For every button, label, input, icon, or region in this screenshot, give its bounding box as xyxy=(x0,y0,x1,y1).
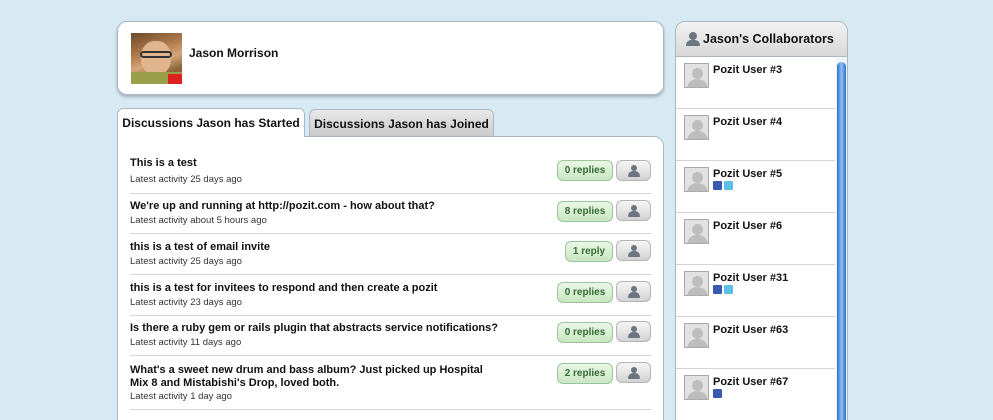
participants-button[interactable] xyxy=(616,281,651,302)
collaborator-name[interactable]: Pozit User #31 xyxy=(713,272,788,284)
tab-discussions-joined[interactable]: Discussions Jason has Joined xyxy=(309,109,494,137)
discussion-row: What's a sweet new drum and bass album? … xyxy=(130,356,651,410)
discussion-activity: Latest activity 1 day ago xyxy=(130,391,232,402)
collaborator-item[interactable]: Pozit User #6 xyxy=(676,213,835,265)
discussion-title[interactable]: Is there a ruby gem or rails plugin that… xyxy=(130,322,510,335)
participants-button[interactable] xyxy=(616,160,651,181)
twitter-icon[interactable] xyxy=(724,181,733,190)
replies-button[interactable]: 2 replies xyxy=(557,363,613,384)
discussion-title[interactable]: this is a test of email invite xyxy=(130,241,490,254)
replies-button[interactable]: 8 replies xyxy=(557,201,613,222)
collaborators-header: Jason's Collaborators xyxy=(676,22,847,57)
avatar[interactable] xyxy=(684,63,709,88)
collaborator-item[interactable]: Pozit User #4 xyxy=(676,109,835,161)
discussion-activity: Latest activity 25 days ago xyxy=(130,174,242,185)
avatar-accent xyxy=(168,74,182,84)
avatar-face xyxy=(141,41,171,75)
discussion-activity: Latest activity 25 days ago xyxy=(130,256,242,267)
tab-discussions-started[interactable]: Discussions Jason has Started xyxy=(117,108,305,137)
discussion-title[interactable]: What's a sweet new drum and bass album? … xyxy=(130,364,486,390)
facebook-icon[interactable] xyxy=(713,181,722,190)
participants-button[interactable] xyxy=(616,321,651,342)
person-icon xyxy=(627,285,640,298)
discussion-activity: Latest activity about 5 hours ago xyxy=(130,215,267,226)
discussion-row: this is a test for invitees to respond a… xyxy=(130,275,651,316)
scrollbar-thumb[interactable] xyxy=(837,62,846,420)
replies-button[interactable]: 0 replies xyxy=(557,282,613,303)
participants-button[interactable] xyxy=(616,240,651,261)
facebook-icon[interactable] xyxy=(713,285,722,294)
participants-button[interactable] xyxy=(616,200,651,221)
collaborator-name[interactable]: Pozit User #63 xyxy=(713,324,788,336)
collaborators-title: Jason's Collaborators xyxy=(703,32,834,46)
profile-avatar[interactable] xyxy=(131,33,182,84)
discussion-row: This is a test Latest activity 25 days a… xyxy=(130,157,651,194)
avatar[interactable] xyxy=(684,167,709,192)
avatar[interactable] xyxy=(684,323,709,348)
collaborators-scrollbar[interactable] xyxy=(836,58,847,420)
replies-button[interactable]: 0 replies xyxy=(557,322,613,343)
replies-button[interactable]: 1 reply xyxy=(565,241,613,262)
avatar[interactable] xyxy=(684,115,709,140)
participants-button[interactable] xyxy=(616,362,651,383)
collaborator-item[interactable]: Pozit User #5 xyxy=(676,161,835,213)
person-icon xyxy=(627,325,640,338)
discussion-row: this is a test of email invite Latest ac… xyxy=(130,234,651,275)
collaborator-item[interactable]: Pozit User #67 xyxy=(676,369,835,420)
profile-card: Jason Morrison xyxy=(117,21,664,95)
profile-name[interactable]: Jason Morrison xyxy=(189,46,278,60)
discussion-activity: Latest activity 23 days ago xyxy=(130,297,242,308)
discussion-row: Is there a ruby gem or rails plugin that… xyxy=(130,316,651,356)
collaborator-name[interactable]: Pozit User #4 xyxy=(713,116,782,128)
twitter-icon[interactable] xyxy=(724,285,733,294)
facebook-icon[interactable] xyxy=(713,389,722,398)
avatar-glasses xyxy=(140,51,172,58)
avatar[interactable] xyxy=(684,219,709,244)
collaborator-item[interactable]: Pozit User #3 xyxy=(676,57,835,109)
avatar[interactable] xyxy=(684,375,709,400)
person-icon xyxy=(627,366,640,379)
avatar[interactable] xyxy=(684,271,709,296)
discussion-activity: Latest activity 11 days ago xyxy=(130,337,242,348)
discussion-title[interactable]: this is a test for invitees to respond a… xyxy=(130,282,490,295)
person-icon xyxy=(627,164,640,177)
collaborator-name[interactable]: Pozit User #6 xyxy=(713,220,782,232)
person-icon xyxy=(627,244,640,257)
person-icon xyxy=(686,32,700,46)
discussion-title[interactable]: We're up and running at http://pozit.com… xyxy=(130,200,490,213)
collaborator-name[interactable]: Pozit User #5 xyxy=(713,168,782,180)
discussion-title[interactable]: This is a test xyxy=(130,157,490,170)
collaborator-name[interactable]: Pozit User #3 xyxy=(713,64,782,76)
replies-button[interactable]: 0 replies xyxy=(557,160,613,181)
person-icon xyxy=(627,204,640,217)
collaborator-item[interactable]: Pozit User #31 xyxy=(676,265,835,317)
collaborators-panel: Jason's Collaborators Pozit User #3 Pozi… xyxy=(675,21,848,420)
discussions-panel: This is a test Latest activity 25 days a… xyxy=(117,136,664,420)
collaborator-name[interactable]: Pozit User #67 xyxy=(713,376,788,388)
collaborator-item[interactable]: Pozit User #63 xyxy=(676,317,835,369)
discussion-row: We're up and running at http://pozit.com… xyxy=(130,194,651,234)
